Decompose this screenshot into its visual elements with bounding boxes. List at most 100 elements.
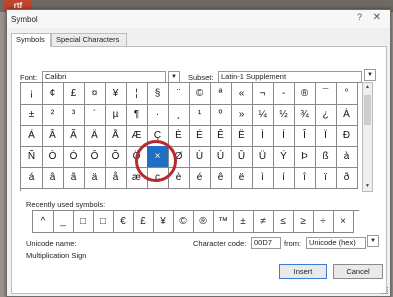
symbol-cell[interactable]: ½ xyxy=(273,104,295,126)
symbol-cell[interactable]: Ð xyxy=(336,125,358,147)
symbol-cell[interactable]: í xyxy=(273,167,295,189)
symbol-cell[interactable]: î xyxy=(294,167,316,189)
symbol-cell[interactable]: ¿ xyxy=(315,104,337,126)
insert-button[interactable]: Insert xyxy=(279,264,327,279)
symbol-cell[interactable]: ê xyxy=(210,167,232,189)
scroll-down-icon[interactable]: ▼ xyxy=(363,182,372,191)
symbol-cell[interactable]: Û xyxy=(231,146,253,168)
recent-symbol-cell[interactable]: ± xyxy=(233,211,254,233)
symbol-cell[interactable]: ¼ xyxy=(252,104,274,126)
symbol-cell[interactable]: » xyxy=(231,104,253,126)
symbol-cell[interactable]: ° xyxy=(336,83,358,105)
symbol-cell[interactable]: Â xyxy=(42,125,64,147)
symbol-cell[interactable]: ¡ xyxy=(21,83,43,105)
symbol-cell[interactable]: Ë xyxy=(231,125,253,147)
symbol-cell[interactable]: Á xyxy=(21,125,43,147)
symbol-cell[interactable]: á xyxy=(21,167,43,189)
symbol-cell[interactable]: É xyxy=(189,125,211,147)
symbol-cell[interactable]: - xyxy=(273,83,295,105)
symbol-cell[interactable]: Ï xyxy=(315,125,337,147)
symbol-cell[interactable]: ² xyxy=(42,104,64,126)
symbol-cell[interactable]: Ú xyxy=(210,146,232,168)
symbol-cell[interactable]: ¹ xyxy=(189,104,211,126)
recent-symbol-cell[interactable]: ^ xyxy=(33,211,54,233)
symbol-cell[interactable]: Ä xyxy=(84,125,106,147)
tab-special-characters[interactable]: Special Characters xyxy=(51,33,127,46)
recent-symbol-cell[interactable]: □ xyxy=(73,211,94,233)
symbol-cell[interactable]: ¾ xyxy=(294,104,316,126)
symbol-cell[interactable]: « xyxy=(231,83,253,105)
symbol-cell[interactable]: ß xyxy=(315,146,337,168)
recent-symbol-cell[interactable]: × xyxy=(333,211,354,233)
symbol-cell[interactable]: È xyxy=(168,125,190,147)
recent-symbol-cell[interactable]: ™ xyxy=(213,211,234,233)
symbol-cell[interactable]: Ô xyxy=(84,146,106,168)
symbol-cell[interactable]: å xyxy=(105,167,127,189)
symbol-grid[interactable]: ¡ ¢ £ ¤ ¥ ¦ § ¨ © ª «¬ - ® ¯ ° ± ² ³ ´ µ ¶ · ¸ ¹ º» ¼ ½ ¾ ¿ À Á Â Ã Ä Å Æ Ç È… xyxy=(20,82,361,191)
recent-symbol-cell[interactable]: £ xyxy=(133,211,154,233)
recent-symbol-cell[interactable]: ≠ xyxy=(253,211,274,233)
symbol-cell[interactable]: Ì xyxy=(252,125,274,147)
symbol-cell[interactable]: Ù xyxy=(189,146,211,168)
resize-grip-icon[interactable] xyxy=(381,287,388,294)
symbol-cell[interactable]: ë xyxy=(231,167,253,189)
symbol-cell[interactable]: ± xyxy=(21,104,43,126)
symbol-cell[interactable]: µ xyxy=(105,104,127,126)
symbol-cell[interactable]: ¸ xyxy=(168,104,190,126)
symbol-cell[interactable]: ¢ xyxy=(42,83,64,105)
symbol-cell[interactable]: Î xyxy=(294,125,316,147)
symbol-cell[interactable]: Ü xyxy=(252,146,274,168)
symbol-cell[interactable]: Ñ xyxy=(21,146,43,168)
symbol-cell[interactable]: Ê xyxy=(210,125,232,147)
recent-symbol-cell[interactable]: _ xyxy=(53,211,74,233)
scrollbar-thumb[interactable] xyxy=(364,95,371,125)
symbol-cell[interactable]: ª xyxy=(210,83,232,105)
symbol-cell[interactable]: ¦ xyxy=(126,83,148,105)
symbol-cell[interactable]: ® xyxy=(294,83,316,105)
symbol-cell[interactable]: · xyxy=(147,104,169,126)
symbol-cell[interactable]: ¤ xyxy=(84,83,106,105)
symbol-cell[interactable]: ä xyxy=(84,167,106,189)
symbol-cell[interactable]: à xyxy=(336,146,358,168)
close-icon[interactable]: ✕ xyxy=(373,12,381,23)
recent-symbol-cell[interactable]: ® xyxy=(193,211,214,233)
recent-symbol-cell[interactable]: □ xyxy=(93,211,114,233)
symbol-cell[interactable]: © xyxy=(189,83,211,105)
symbol-cell[interactable]: À xyxy=(336,104,358,126)
symbol-cell[interactable]: ´ xyxy=(84,104,106,126)
symbol-cell[interactable]: ¨ xyxy=(168,83,190,105)
symbol-cell[interactable]: ¬ xyxy=(252,83,274,105)
symbol-cell[interactable]: â xyxy=(42,167,64,189)
symbol-cell[interactable]: § xyxy=(147,83,169,105)
symbol-cell[interactable]: Ã xyxy=(63,125,85,147)
symbol-cell[interactable]: ð xyxy=(336,167,358,189)
symbol-cell[interactable]: º xyxy=(210,104,232,126)
symbol-cell[interactable]: ¥ xyxy=(105,83,127,105)
symbol-cell[interactable]: Þ xyxy=(294,146,316,168)
symbol-cell[interactable]: Õ xyxy=(105,146,127,168)
from-select[interactable]: Unicode (hex) xyxy=(306,237,366,249)
cancel-button[interactable]: Cancel xyxy=(333,264,383,279)
from-dropdown-button[interactable]: ▼ xyxy=(367,235,379,247)
recent-symbol-cell[interactable]: € xyxy=(113,211,134,233)
symbol-grid-scrollbar[interactable]: ▲ ▼ xyxy=(362,82,373,192)
recent-symbol-cell[interactable]: ¥ xyxy=(153,211,174,233)
scroll-up-icon[interactable]: ▲ xyxy=(363,83,372,92)
character-code-input[interactable]: 00D7 xyxy=(251,237,281,249)
subset-dropdown-button[interactable]: ▼ xyxy=(364,69,376,81)
symbol-cell[interactable]: £ xyxy=(63,83,85,105)
symbol-cell[interactable]: é xyxy=(189,167,211,189)
recent-symbol-cell[interactable]: © xyxy=(173,211,194,233)
recent-symbol-cell[interactable]: ≥ xyxy=(293,211,314,233)
symbol-cell[interactable]: ¶ xyxy=(126,104,148,126)
tab-symbols[interactable]: Symbols xyxy=(11,33,51,47)
symbol-cell[interactable]: ã xyxy=(63,167,85,189)
help-icon[interactable]: ? xyxy=(357,12,362,22)
symbol-cell[interactable]: ¯ xyxy=(315,83,337,105)
symbol-cell[interactable]: Ó xyxy=(63,146,85,168)
symbol-cell[interactable]: Ò xyxy=(42,146,64,168)
symbol-cell[interactable]: ï xyxy=(315,167,337,189)
symbol-cell[interactable]: ³ xyxy=(63,104,85,126)
symbol-cell[interactable]: ì xyxy=(252,167,274,189)
symbol-cell[interactable]: Å xyxy=(105,125,127,147)
